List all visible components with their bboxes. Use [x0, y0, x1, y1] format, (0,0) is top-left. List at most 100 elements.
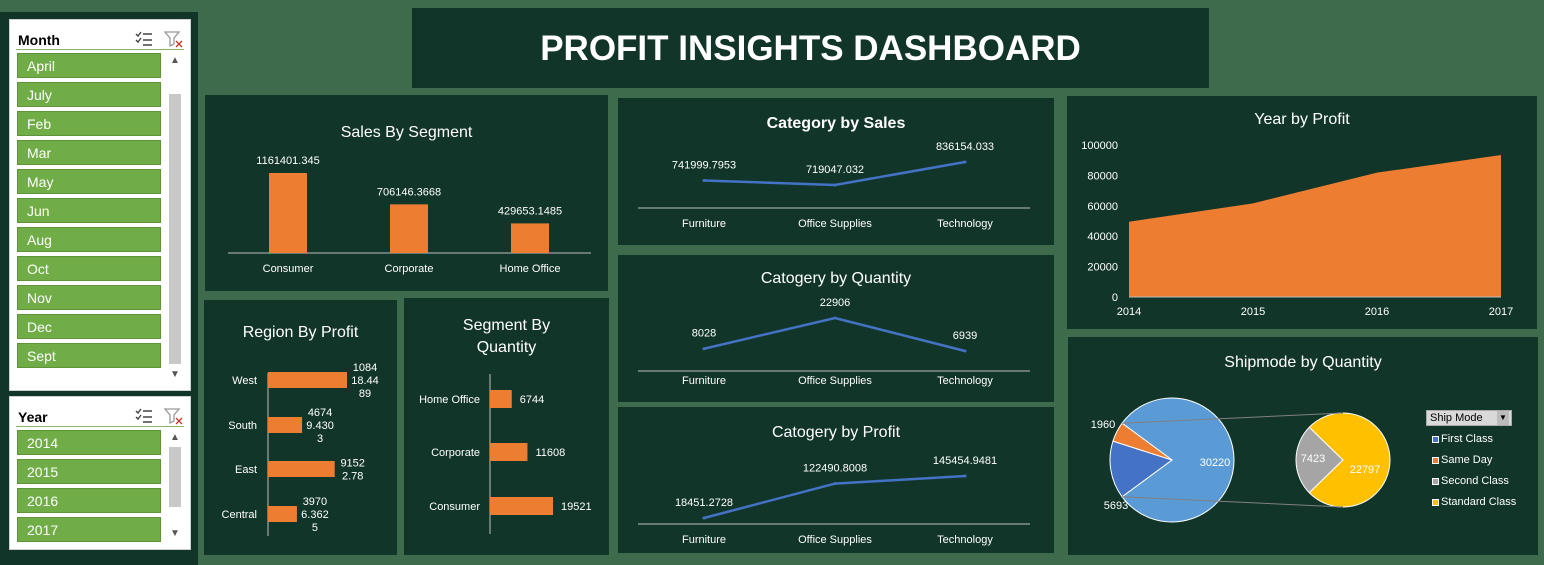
y-tick-label: 20000 [1087, 262, 1118, 274]
month-slicer-item[interactable]: May [17, 169, 161, 194]
scroll-up-icon[interactable]: ▲ [168, 431, 182, 445]
month-scrollbar[interactable]: ▲ ▼ [168, 54, 182, 384]
bar [268, 417, 303, 433]
year-slicer-item[interactable]: 2017 [17, 517, 161, 542]
data-label: 1960 [1091, 419, 1115, 431]
data-label: 8028 [692, 328, 716, 340]
sales-by-segment-panel: Sales By Segment 1161401.345 Consumer 7061… [205, 95, 608, 291]
data-label: 30220 [1200, 457, 1231, 469]
data-label: 6.362 [301, 509, 329, 521]
y-tick-label: 80000 [1087, 170, 1118, 182]
month-slicer-item[interactable]: April [17, 53, 161, 78]
category-by-sales-chart: 741999.7953 Furniture 719047.032 Office Sup… [638, 141, 1030, 230]
month-slicer-item[interactable]: July [17, 82, 161, 107]
legend-swatch [1432, 499, 1439, 506]
bar [490, 390, 512, 408]
year-slicer-item[interactable]: 2016 [17, 488, 161, 513]
month-slicer-title: Month [18, 32, 60, 48]
category-label: Technology [937, 534, 993, 546]
bar [390, 204, 428, 253]
y-tick-label: 100000 [1081, 140, 1118, 152]
data-label: 6744 [520, 394, 544, 406]
category-by-profit-panel: Catogery by Profit 18451.2728 Furniture 12… [618, 407, 1054, 553]
legend-swatch [1432, 457, 1439, 464]
legend-dropdown[interactable]: Ship Mode ▼ [1426, 410, 1512, 426]
clear-filter-icon[interactable] [164, 407, 184, 425]
data-point [833, 183, 837, 187]
year-slicer-item[interactable]: 2015 [17, 459, 161, 484]
category-label: Furniture [682, 218, 726, 230]
category-label: Furniture [682, 534, 726, 546]
data-label: 11608 [535, 447, 565, 459]
data-label: 5693 [1104, 500, 1128, 512]
category-by-quantity-chart: 8028 Furniture 22906 Office Supplies 6939 Tec… [638, 297, 1030, 387]
month-slicer-divider [16, 49, 184, 50]
title-banner: PROFIT INSIGHTS DASHBOARD [412, 8, 1209, 88]
category-label: Consumer [429, 501, 480, 513]
y-tick-label: 40000 [1087, 231, 1118, 243]
shipmode-by-quantity-chart: 30220 5693 1960 7423 22797 [1091, 397, 1391, 523]
data-label: 7423 [1301, 453, 1325, 465]
legend-swatch [1432, 478, 1439, 485]
data-label: 429653.1485 [498, 205, 562, 217]
area-series [1129, 155, 1501, 297]
month-slicer-item[interactable]: Nov [17, 285, 161, 310]
year-slicer-title: Year [18, 409, 48, 425]
data-point [963, 160, 967, 164]
data-label: 2.78 [342, 471, 363, 483]
category-label: West [232, 375, 257, 387]
x-tick-label: 2017 [1489, 306, 1513, 318]
year-by-profit-panel: Year by Profit 0 20000 40000 60000 80000 1000… [1067, 96, 1537, 329]
data-label: 5 [312, 522, 318, 534]
multi-select-icon[interactable] [134, 407, 154, 425]
scroll-up-icon[interactable]: ▲ [168, 54, 182, 68]
month-slicer-item[interactable]: Aug [17, 227, 161, 252]
data-label: 145454.9481 [933, 455, 997, 467]
month-slicer-item[interactable]: Dec [17, 314, 161, 339]
category-label: Central [222, 509, 257, 521]
legend-swatch [1432, 436, 1439, 443]
category-by-quantity-panel: Catogery by Quantity 8028 Furniture 22906 O… [618, 255, 1054, 402]
data-label: 89 [359, 388, 371, 400]
month-slicer-item[interactable]: Jun [17, 198, 161, 223]
legend-label: Same Day [1441, 454, 1493, 466]
region-by-profit-chart: West 108418.4489 South 46749.4303 East 91522.… [222, 362, 379, 536]
scroll-down-icon[interactable]: ▼ [168, 368, 182, 382]
year-slicer: Year 2014 2015 2016 2017 ▲ ▼ [9, 396, 191, 550]
data-label: 4674 [308, 407, 332, 419]
category-label: East [235, 464, 257, 476]
legend-label: Second Class [1441, 475, 1509, 487]
year-scrollbar[interactable]: ▲ ▼ [168, 431, 182, 543]
x-tick-label: 2016 [1365, 306, 1389, 318]
data-label: 9.430 [306, 420, 334, 432]
segment-by-quantity-panel: Segment By Quantity Home Office 6744 Corpo… [404, 298, 609, 555]
month-slicer-item[interactable]: Oct [17, 256, 161, 281]
series-line [703, 316, 966, 353]
data-point [963, 349, 967, 353]
legend-label: Standard Class [1441, 496, 1517, 508]
data-label: 18.44 [351, 375, 379, 387]
month-slicer-item[interactable]: Feb [17, 111, 161, 136]
bar [490, 497, 553, 515]
scroll-thumb[interactable] [169, 447, 181, 507]
month-slicer: Month April July Feb Mar May Jun Aug Oct Nov Dec S… [9, 19, 191, 391]
dropdown-arrow-icon[interactable]: ▼ [1497, 411, 1509, 425]
month-slicer-item[interactable]: Sept [17, 343, 161, 368]
data-point [963, 474, 967, 478]
scroll-thumb[interactable] [169, 94, 181, 364]
multi-select-icon[interactable] [134, 30, 154, 48]
data-point [702, 178, 706, 182]
data-label: 1161401.345 [256, 155, 319, 167]
data-label: 706146.3668 [377, 186, 441, 198]
legend-label: First Class [1441, 433, 1493, 445]
month-slicer-item[interactable]: Mar [17, 140, 161, 165]
category-label: South [228, 420, 257, 432]
year-slicer-item[interactable]: 2014 [17, 430, 161, 455]
data-label: 1084 [353, 362, 377, 374]
dashboard-title: PROFIT INSIGHTS DASHBOARD [540, 29, 1081, 68]
region-by-profit-panel: Region By Profit West 1084 18.44 89 South 467… [204, 300, 397, 555]
scroll-down-icon[interactable]: ▼ [168, 527, 182, 541]
x-tick-label: 2015 [1241, 306, 1265, 318]
data-label: 22797 [1350, 464, 1381, 476]
clear-filter-icon[interactable] [164, 30, 184, 48]
